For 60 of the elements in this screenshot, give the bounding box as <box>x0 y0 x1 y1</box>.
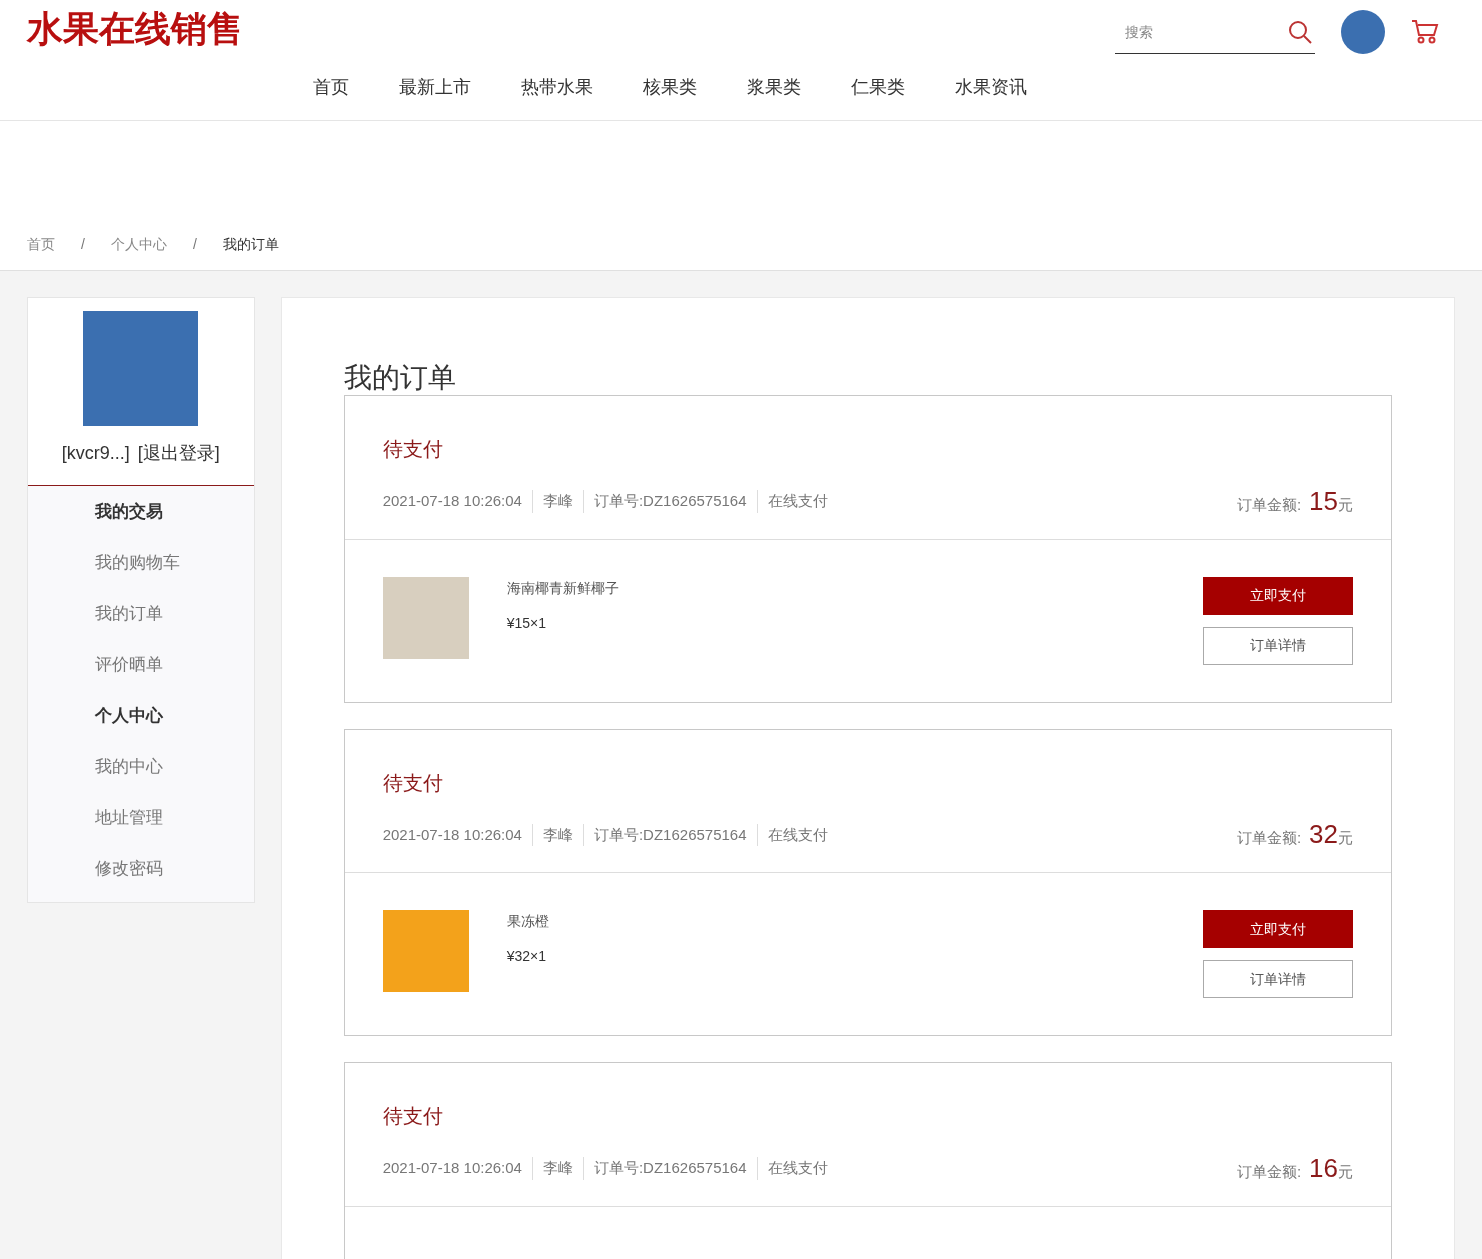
breadcrumb-link[interactable]: 首页 <box>27 234 55 255</box>
sidebar-link[interactable]: 我的订单 <box>28 588 254 639</box>
total-label: 订单金额: <box>1236 494 1302 515</box>
order-details-button[interactable]: 订单详情 <box>1203 960 1353 998</box>
sidebar-link[interactable]: 我的中心 <box>28 741 254 792</box>
order-meta: 在线支付 <box>756 823 838 846</box>
order-details-button[interactable]: 订单详情 <box>1203 626 1353 665</box>
order-meta: 李峰 <box>531 490 583 513</box>
order-meta: 李峰 <box>531 823 583 846</box>
sidebar-group-title: 我的交易 <box>94 501 164 523</box>
currency-unit: 元 <box>1338 828 1353 848</box>
cart-icon[interactable] <box>1411 19 1439 45</box>
order-meta: 李峰 <box>531 1157 583 1180</box>
sidebar-link[interactable]: 地址管理 <box>28 792 254 843</box>
nav-link[interactable]: 首页 <box>288 74 374 101</box>
nav-link[interactable]: 核果类 <box>618 74 722 101</box>
product-price: ¥32×1 <box>506 947 547 966</box>
breadcrumb-separator: / <box>81 235 85 254</box>
order-meta: 订单号:DZ1626575164 <box>582 823 757 846</box>
product-price: ¥15×1 <box>506 613 547 633</box>
breadcrumb-separator: / <box>192 235 197 254</box>
order-status: 待支付 <box>382 770 444 796</box>
total-label: 订单金额: <box>1236 828 1302 848</box>
breadcrumb-link[interactable]: 个人中心 <box>110 234 167 255</box>
site-logo[interactable]: 水果在线销售 <box>27 2 243 56</box>
order-meta: 在线支付 <box>756 490 838 513</box>
pay-now-button[interactable]: 立即支付 <box>1203 576 1353 615</box>
order-meta: 2021-07-18 10:26:04 <box>382 1158 523 1178</box>
pay-now-button[interactable]: 立即支付 <box>1203 910 1353 948</box>
total-amount: 16 <box>1309 1151 1338 1185</box>
logout-link[interactable]: [退出登录] <box>137 440 220 467</box>
order-status: 待支付 <box>382 437 444 462</box>
total-amount: 15 <box>1309 484 1338 518</box>
nav-link[interactable]: 热带水果 <box>496 74 618 101</box>
product-name: 海南椰青新鲜椰子 <box>506 578 619 598</box>
sidebar-link[interactable]: 评价晒单 <box>28 639 254 690</box>
nav-link[interactable]: 水果资讯 <box>930 74 1052 101</box>
sidebar-group-title: 个人中心 <box>94 705 164 727</box>
search-field[interactable]: 搜索 <box>1115 10 1287 53</box>
breadcrumb-link[interactable]: 我的订单 <box>222 234 279 255</box>
order-meta: 在线支付 <box>756 1157 838 1180</box>
nav-link[interactable]: 最新上市 <box>374 74 496 101</box>
page-title: 我的订单 <box>343 361 457 395</box>
currency-unit: 元 <box>1338 494 1353 515</box>
nav-link[interactable]: 浆果类 <box>722 74 826 101</box>
sidebar-link[interactable]: 我的购物车 <box>28 537 254 588</box>
user-avatar[interactable] <box>1341 10 1385 54</box>
order-meta: 订单号:DZ1626575164 <box>582 490 757 513</box>
sidebar-link[interactable]: 修改密码 <box>28 843 254 894</box>
order-status: 待支付 <box>382 1104 444 1129</box>
currency-unit: 元 <box>1338 1161 1353 1182</box>
search-icon[interactable] <box>1287 18 1313 45</box>
order-meta: 2021-07-18 10:26:04 <box>382 824 523 845</box>
order-meta: 2021-07-18 10:26:04 <box>382 491 523 511</box>
username: [kvcr9...] <box>61 442 130 465</box>
product-name: 果冻橙 <box>506 912 549 931</box>
order-meta: 订单号:DZ1626575164 <box>582 1157 757 1180</box>
nav-link[interactable]: 仁果类 <box>826 74 930 101</box>
total-label: 订单金额: <box>1236 1161 1302 1182</box>
total-amount: 32 <box>1309 818 1338 851</box>
